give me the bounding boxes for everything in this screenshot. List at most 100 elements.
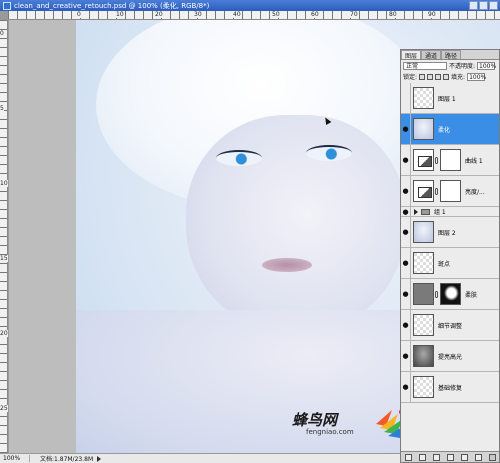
layers-panel: 图层 通道 路径 正常 不透明度: 100% 锁定: 填充: 100% ● 图层…: [400, 49, 500, 463]
left-eye: [216, 150, 262, 166]
eye-icon[interactable]: ●: [401, 310, 411, 340]
layer-thumbnail: [413, 252, 434, 274]
zoom-level-field[interactable]: 100%: [0, 455, 30, 462]
eye-icon[interactable]: ●: [401, 279, 411, 309]
adjustment-layer-icon: [413, 180, 434, 202]
right-eye: [306, 145, 352, 161]
layer-name: 曲线 1: [465, 157, 483, 165]
ruler-label: 20: [154, 11, 164, 18]
layer-row-selected[interactable]: ● 柔化: [401, 114, 499, 145]
ruler-label: 20: [0, 330, 8, 337]
vertical-ruler[interactable]: 0 5 10 15 20 25: [0, 20, 8, 453]
visibility-toggle[interactable]: ●: [401, 83, 411, 113]
ruler-label: 15: [0, 255, 8, 262]
layer-row[interactable]: ● 斑点: [401, 248, 499, 279]
close-button[interactable]: [489, 1, 498, 10]
new-group-icon[interactable]: [460, 453, 468, 461]
status-menu-arrow-icon[interactable]: [97, 455, 102, 462]
ruler-label: 0: [76, 11, 82, 18]
lock-label: 锁定:: [403, 74, 418, 81]
eye-icon[interactable]: ●: [401, 372, 411, 402]
layer-thumbnail: [413, 283, 434, 305]
opacity-label: 不透明度:: [449, 63, 476, 70]
layer-row[interactable]: ● 基础修复: [401, 372, 499, 403]
fill-input[interactable]: 100%: [467, 72, 486, 81]
maximize-button[interactable]: [479, 1, 488, 10]
layer-group-row[interactable]: ● 组 1: [401, 207, 499, 217]
layer-mask-thumbnail[interactable]: [440, 180, 461, 202]
ruler-label: 10: [0, 180, 8, 187]
horizontal-ruler[interactable]: 0 10 20 30 40 50 60 70 80 90: [8, 11, 500, 20]
new-layer-icon[interactable]: [474, 453, 482, 461]
blend-opacity-row: 正常 不透明度: 100%: [401, 60, 499, 71]
ruler-label: 90: [427, 11, 437, 18]
ruler-label: 30: [193, 11, 203, 18]
layer-row[interactable]: ● 图层 1: [401, 83, 499, 114]
eye-icon[interactable]: ●: [401, 248, 411, 278]
layer-name: 柔肤: [465, 291, 478, 299]
expand-arrow-icon[interactable]: [414, 208, 418, 215]
layer-name: 图层 1: [438, 95, 456, 103]
eye-icon[interactable]: ●: [401, 207, 411, 216]
layer-name: 亮度/...: [465, 188, 485, 196]
layer-row[interactable]: ● 图层 2: [401, 217, 499, 248]
eye-icon[interactable]: ●: [401, 341, 411, 371]
fill-label: 填充:: [451, 74, 466, 81]
adjustment-layer-icon[interactable]: [446, 453, 454, 461]
document-title: clean_and_creative_retouch.psd @ 100% (柔…: [14, 1, 210, 10]
layer-row[interactable]: ● 细节调整: [401, 310, 499, 341]
ruler-label: 0: [0, 30, 4, 37]
layer-thumbnail: [413, 118, 434, 140]
lock-position-icon[interactable]: [435, 73, 442, 80]
link-chain-icon[interactable]: [435, 187, 438, 195]
layer-thumbnail: [413, 314, 434, 336]
document-size: 文档:1.87M/23.8M: [40, 456, 94, 463]
ruler-label: 50: [271, 11, 281, 18]
lock-fill-row: 锁定: 填充: 100%: [401, 71, 499, 82]
document-title-bar[interactable]: clean_and_creative_retouch.psd @ 100% (柔…: [0, 0, 500, 11]
minimize-button[interactable]: [469, 1, 478, 10]
trash-icon[interactable]: [488, 453, 496, 461]
layer-name: 细节调整: [438, 322, 463, 330]
eye-icon[interactable]: ●: [401, 176, 411, 206]
lock-image-icon[interactable]: [427, 73, 434, 80]
tab-layers[interactable]: 图层: [401, 50, 422, 60]
eye-icon[interactable]: ●: [401, 145, 411, 175]
watermark-domain: fengniao.com: [306, 428, 354, 436]
tab-paths[interactable]: 路径: [441, 50, 462, 60]
eye-icon[interactable]: ●: [401, 217, 411, 247]
layer-row[interactable]: ● 提亮高光: [401, 341, 499, 372]
link-layers-icon[interactable]: [404, 453, 412, 461]
ruler-label: 40: [232, 11, 242, 18]
pasteboard[interactable]: [9, 20, 76, 453]
layer-thumbnail: [413, 345, 434, 367]
layer-name: 图层 2: [438, 229, 456, 237]
layer-row[interactable]: ● 亮度/...: [401, 176, 499, 207]
layer-mask-thumbnail[interactable]: [440, 149, 461, 171]
layer-name: 柔化: [438, 126, 451, 134]
folder-icon: [421, 208, 430, 215]
layer-list: ● 图层 1 ● 柔化 ● 曲线 1 ● 亮度/... ●: [401, 83, 499, 450]
ruler-label: 5: [0, 105, 4, 112]
portrait-face: [186, 115, 406, 335]
layer-thumbnail: [413, 376, 434, 398]
blend-mode-select[interactable]: 正常: [403, 61, 447, 70]
ruler-label: 80: [388, 11, 398, 18]
ruler-label: 60: [310, 11, 320, 18]
layer-style-icon[interactable]: [418, 453, 426, 461]
lock-transparent-icon[interactable]: [419, 73, 426, 80]
layer-row[interactable]: ● 柔肤: [401, 279, 499, 310]
opacity-input[interactable]: 100%: [477, 61, 496, 70]
eye-icon[interactable]: ●: [401, 114, 411, 144]
layer-thumbnail: [413, 87, 434, 109]
link-chain-icon[interactable]: [435, 156, 438, 164]
add-mask-icon[interactable]: [432, 453, 440, 461]
lock-all-icon[interactable]: [443, 73, 450, 80]
tab-channels[interactable]: 通道: [421, 50, 442, 60]
layer-row[interactable]: ● 曲线 1: [401, 145, 499, 176]
ruler-label: 10: [115, 11, 125, 18]
layers-panel-footer: [401, 451, 499, 462]
layer-name: 斑点: [438, 260, 451, 268]
link-chain-icon[interactable]: [435, 290, 438, 298]
layer-mask-thumbnail[interactable]: [440, 283, 461, 305]
